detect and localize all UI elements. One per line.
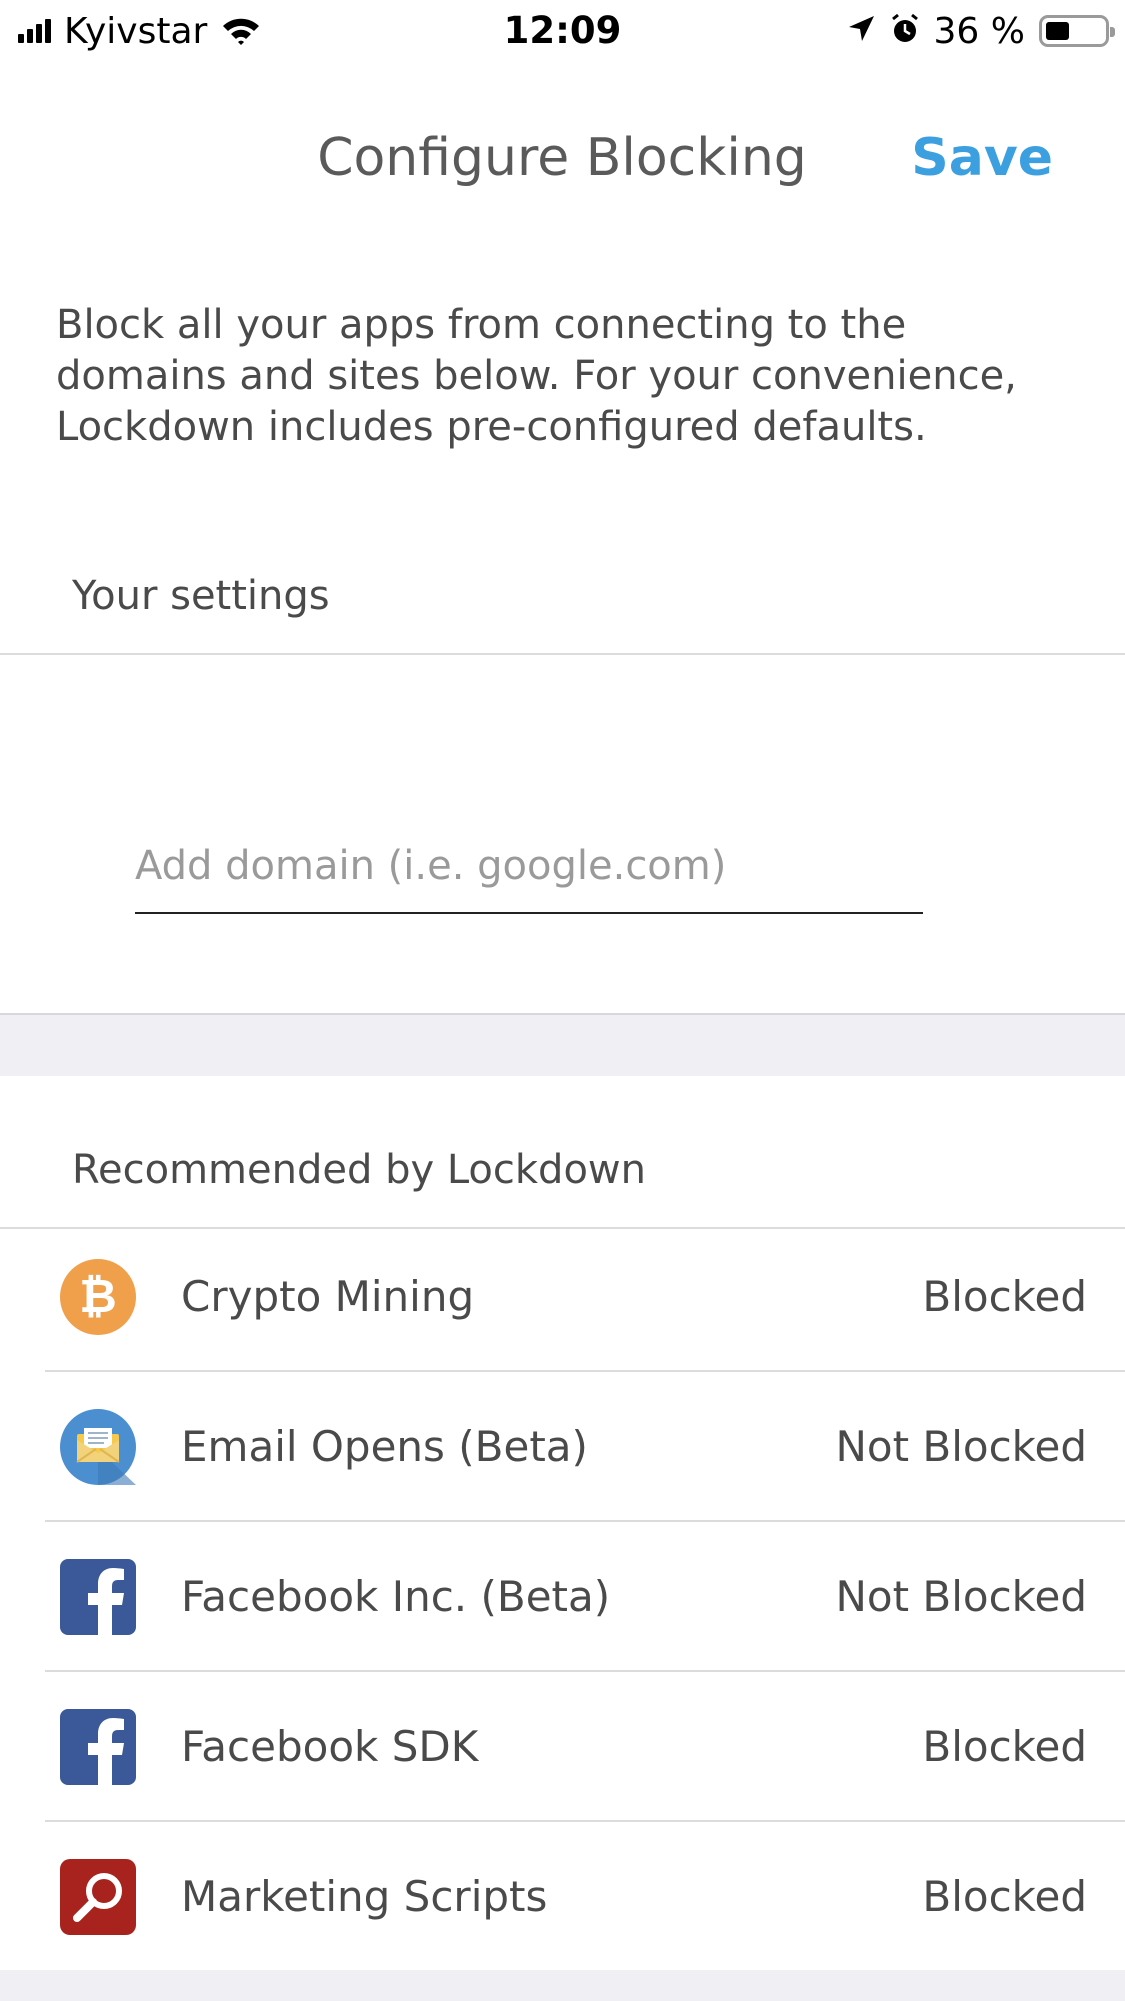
alarm-clock-icon [890,13,920,49]
facebook-icon [60,1559,136,1635]
item-status: Blocked [922,1272,1087,1321]
add-domain-input[interactable] [135,820,923,914]
description-text: Block all your apps from connecting to t… [56,302,1017,450]
page-title: Configure Blocking [317,128,807,188]
item-label: Facebook Inc. (Beta) [181,1572,611,1621]
save-button[interactable]: Save [911,128,1053,188]
section-spacer [0,1013,1125,1076]
envelope-icon [60,1409,136,1485]
item-label: Email Opens (Beta) [181,1422,588,1471]
recommended-list: ₿ Crypto Mining Blocked Email Opens (Bet… [0,1222,1125,1972]
bottom-spacer [0,1970,1125,2001]
magnifier-icon [60,1859,136,1935]
item-label: Crypto Mining [181,1272,475,1321]
item-status: Not Blocked [835,1572,1087,1621]
list-item-facebook-inc[interactable]: Facebook Inc. (Beta) Not Blocked [0,1522,1125,1672]
recommended-header: Recommended by Lockdown [72,1147,646,1193]
list-item-facebook-sdk[interactable]: Facebook SDK Blocked [0,1672,1125,1822]
item-label: Facebook SDK [181,1722,479,1771]
battery-percentage: 36 % [933,10,1025,52]
status-bar: Kyivstar 12:09 36 % [0,0,1125,62]
list-item-marketing-scripts[interactable]: Marketing Scripts Blocked [0,1822,1125,1972]
facebook-icon [60,1709,136,1785]
status-right: 36 % [832,8,1115,54]
divider [0,653,1125,655]
item-status: Not Blocked [835,1422,1087,1471]
item-label: Marketing Scripts [181,1872,548,1921]
item-status: Blocked [922,1722,1087,1771]
your-settings-header: Your settings [72,573,330,619]
svg-text:₿: ₿ [79,1269,117,1323]
battery-icon [1039,15,1115,47]
configure-blocking-screen: Kyivstar 12:09 36 % Configure Blocking S… [0,0,1125,2001]
list-item-email-opens[interactable]: Email Opens (Beta) Not Blocked [0,1372,1125,1522]
location-arrow-icon [846,14,876,48]
bitcoin-icon: ₿ [60,1259,136,1335]
item-status: Blocked [922,1872,1087,1921]
list-item-crypto-mining[interactable]: ₿ Crypto Mining Blocked [0,1222,1125,1372]
navigation-bar: Configure Blocking Save [0,62,1125,258]
